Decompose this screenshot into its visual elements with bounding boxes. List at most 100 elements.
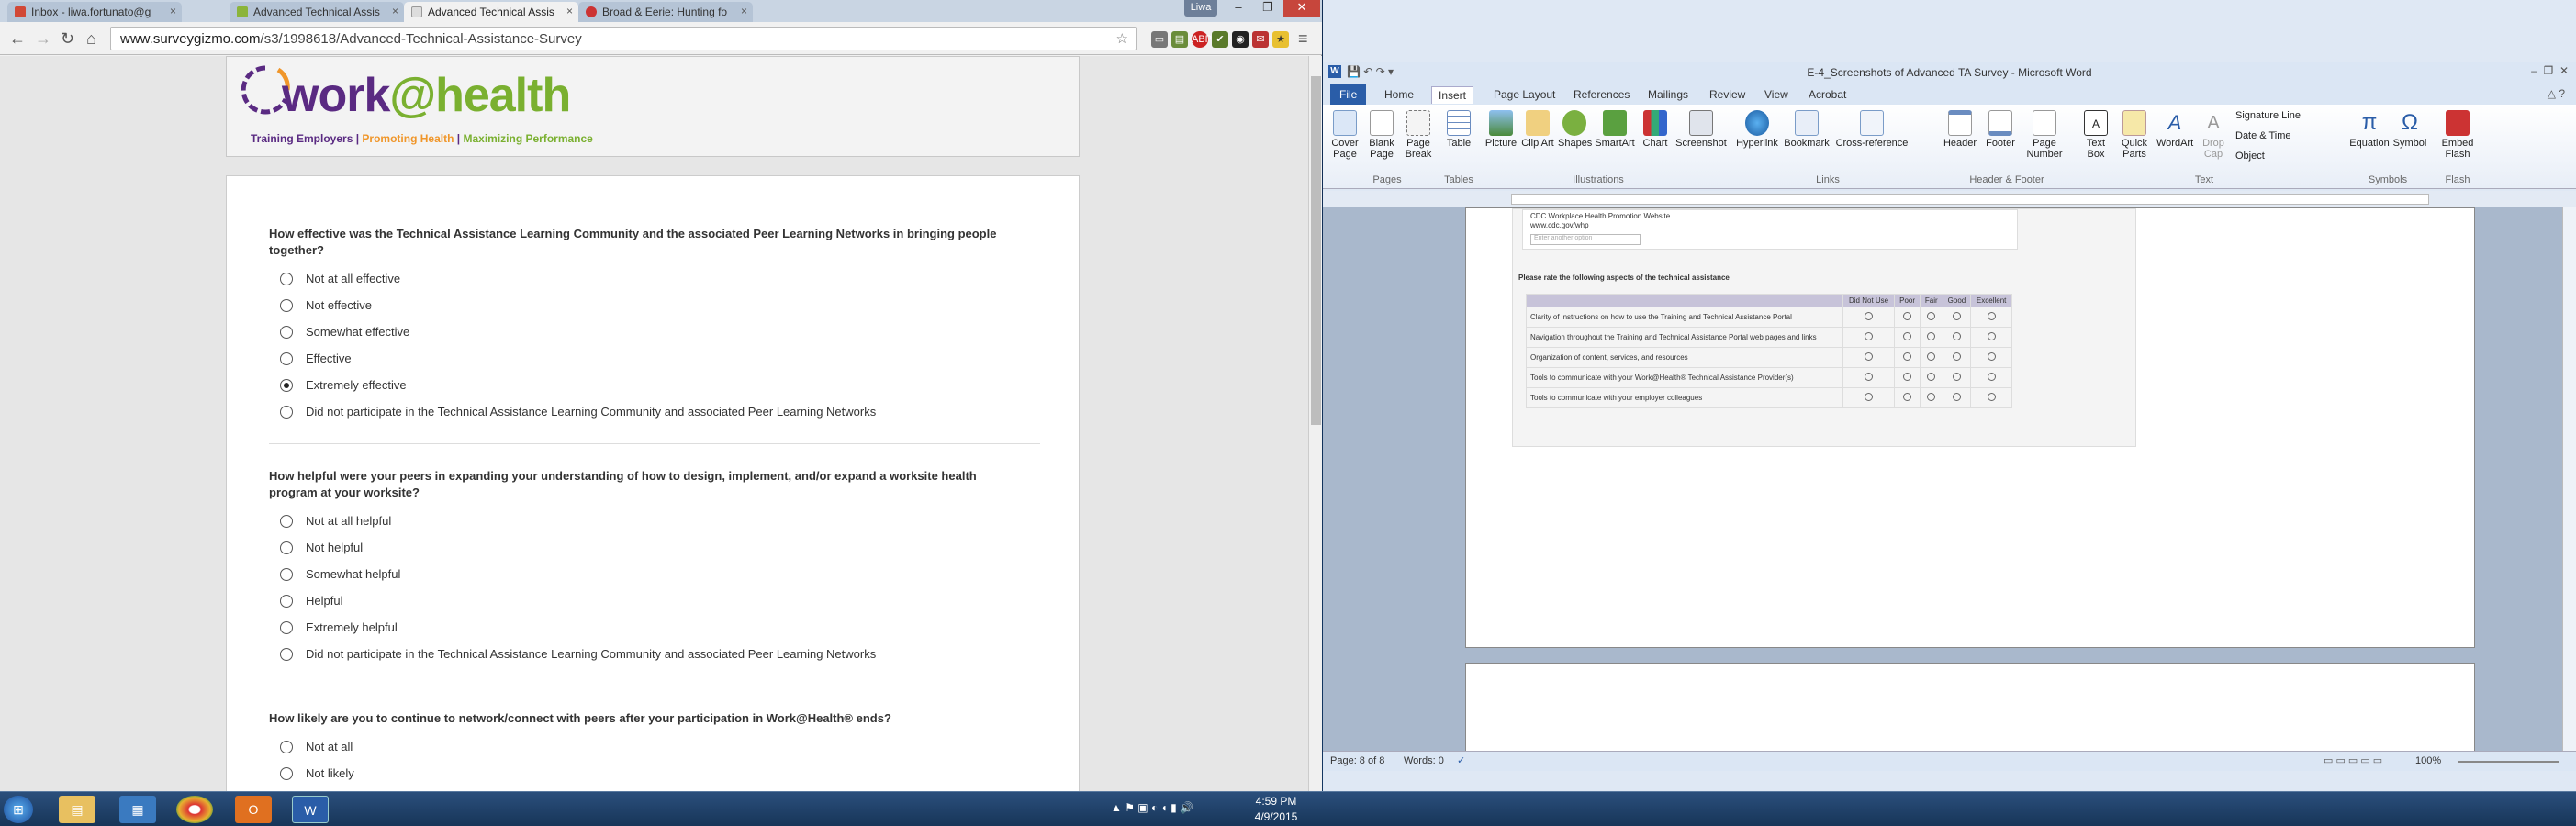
- close-icon[interactable]: ×: [741, 5, 747, 17]
- radio-button[interactable]: [1927, 352, 1936, 361]
- screenshot-button[interactable]: Screenshot: [1675, 110, 1727, 149]
- footer-button[interactable]: Footer: [1982, 110, 2019, 149]
- cross-reference-button[interactable]: Cross-reference: [1833, 110, 1910, 149]
- tab-insert[interactable]: Insert: [1431, 86, 1474, 104]
- reload-icon[interactable]: ↻: [61, 29, 74, 49]
- signature-line-button[interactable]: Signature Line: [2235, 110, 2336, 121]
- radio-button[interactable]: [1865, 332, 1874, 340]
- tab-survey-2[interactable]: Advanced Technical Assis ×: [404, 2, 578, 22]
- zoom-level[interactable]: 100%: [2415, 755, 2441, 766]
- calculator-icon[interactable]: ▦: [119, 796, 156, 823]
- tab-broad-eerie[interactable]: Broad & Eerie: Hunting fo ×: [578, 2, 753, 22]
- radio-button-checked[interactable]: [280, 379, 293, 392]
- clock-time[interactable]: 4:59 PM: [1239, 795, 1313, 808]
- radio-button[interactable]: [1865, 373, 1874, 381]
- tab-inbox[interactable]: Inbox - liwa.fortunato@g ×: [7, 2, 182, 22]
- clip-art-button[interactable]: Clip Art: [1521, 110, 1554, 149]
- cast-icon[interactable]: ▭: [1151, 31, 1168, 48]
- header-button[interactable]: Header: [1942, 110, 1978, 149]
- picture-button[interactable]: Picture: [1484, 110, 1518, 149]
- radio-button[interactable]: [1987, 312, 1996, 320]
- wordart-button[interactable]: A WordArt: [2156, 110, 2193, 149]
- bookmark-button[interactable]: Bookmark: [1784, 110, 1830, 149]
- quick-access-icon[interactable]: 💾 ↶ ↷ ▾: [1347, 65, 1394, 78]
- extension-icon[interactable]: ✉: [1252, 31, 1269, 48]
- back-icon[interactable]: ←: [9, 29, 26, 49]
- close-window-button[interactable]: ✕: [1283, 0, 1320, 17]
- text-box-button[interactable]: A Text Box: [2079, 110, 2112, 160]
- page-count[interactable]: Page: 8 of 8: [1330, 755, 1384, 766]
- page-scrollbar[interactable]: [1308, 56, 1322, 791]
- radio-button[interactable]: [280, 352, 293, 365]
- word-app-icon[interactable]: W: [1328, 65, 1341, 78]
- radio-button[interactable]: [1927, 393, 1936, 401]
- radio-button[interactable]: [280, 406, 293, 419]
- symbol-button[interactable]: Ω Symbol: [2391, 110, 2428, 149]
- extension-icon[interactable]: ★: [1272, 31, 1289, 48]
- outlook-icon[interactable]: O: [235, 796, 272, 823]
- star-icon[interactable]: ☆: [1116, 30, 1128, 47]
- radio-button[interactable]: [1987, 393, 1996, 401]
- forward-icon[interactable]: →: [35, 29, 51, 49]
- radio-button[interactable]: [280, 299, 293, 312]
- view-buttons[interactable]: ▭ ▭ ▭ ▭ ▭: [2324, 754, 2382, 766]
- scrollbar-thumb[interactable]: [1311, 76, 1321, 425]
- radio-button[interactable]: [1865, 352, 1874, 361]
- tray-icons[interactable]: ▲ ⚑ ▣ ◐ ◖ ▮ 🔊: [1111, 801, 1193, 814]
- word-scrollbar[interactable]: [2562, 207, 2576, 751]
- extension-icon[interactable]: ▤: [1171, 31, 1188, 48]
- shapes-button[interactable]: Shapes: [1558, 110, 1592, 149]
- start-icon[interactable]: ⊞: [4, 796, 33, 823]
- radio-button[interactable]: [1903, 373, 1912, 381]
- tab-view[interactable]: View: [1758, 86, 1795, 103]
- tab-survey-1[interactable]: Advanced Technical Assis ×: [230, 2, 404, 22]
- home-icon[interactable]: ⌂: [86, 29, 96, 49]
- radio-button[interactable]: [1987, 352, 1996, 361]
- radio-button[interactable]: [280, 273, 293, 285]
- quick-parts-button[interactable]: Quick Parts: [2116, 110, 2153, 160]
- chrome-icon[interactable]: [176, 796, 213, 823]
- radio-button[interactable]: [280, 568, 293, 581]
- radio-button[interactable]: [280, 648, 293, 661]
- proofing-icon[interactable]: ✓: [1457, 754, 1465, 766]
- hyperlink-button[interactable]: Hyperlink: [1734, 110, 1780, 149]
- radio-button[interactable]: [280, 326, 293, 339]
- adblock-icon[interactable]: ABP: [1192, 31, 1212, 48]
- radio-button[interactable]: [1927, 373, 1936, 381]
- window-controls[interactable]: – ❐ ✕: [2531, 64, 2569, 77]
- other-option-input[interactable]: Enter another option: [1530, 234, 1641, 245]
- tab-file[interactable]: File: [1330, 84, 1367, 105]
- radio-button[interactable]: [280, 595, 293, 608]
- address-bar[interactable]: www.surveygizmo.com/s3/1998618/Advanced-…: [110, 27, 1137, 50]
- object-button[interactable]: Object: [2235, 151, 2336, 162]
- clock-date[interactable]: 4/9/2015: [1239, 810, 1313, 823]
- radio-button[interactable]: [1927, 312, 1936, 320]
- close-icon[interactable]: ×: [392, 5, 398, 17]
- page-break-button[interactable]: Page Break: [1402, 110, 1435, 160]
- tab-home[interactable]: Home: [1378, 86, 1420, 103]
- table-button[interactable]: Table: [1442, 110, 1475, 149]
- cover-page-button[interactable]: Cover Page: [1328, 110, 1361, 160]
- user-badge[interactable]: Liwa: [1184, 0, 1217, 17]
- extension-icon[interactable]: ◉: [1232, 31, 1249, 48]
- extension-icon[interactable]: ✔: [1212, 31, 1228, 48]
- radio-button[interactable]: [280, 541, 293, 554]
- radio-button[interactable]: [1903, 332, 1912, 340]
- radio-button[interactable]: [1952, 312, 1961, 320]
- radio-button[interactable]: [1987, 373, 1996, 381]
- radio-button[interactable]: [280, 767, 293, 780]
- radio-button[interactable]: [1927, 332, 1936, 340]
- close-icon[interactable]: ×: [170, 5, 176, 17]
- radio-button[interactable]: [1952, 352, 1961, 361]
- radio-button[interactable]: [280, 515, 293, 528]
- help-icon[interactable]: △ ?: [2548, 87, 2565, 100]
- radio-button[interactable]: [1903, 393, 1912, 401]
- radio-button[interactable]: [1865, 393, 1874, 401]
- maximize-button[interactable]: ❐: [1254, 0, 1282, 17]
- tab-references[interactable]: References: [1567, 86, 1636, 103]
- tab-review[interactable]: Review: [1703, 86, 1752, 103]
- radio-button[interactable]: [1952, 332, 1961, 340]
- chart-button[interactable]: Chart: [1639, 110, 1672, 149]
- radio-button[interactable]: [280, 741, 293, 753]
- equation-button[interactable]: π Equation: [2349, 110, 2390, 149]
